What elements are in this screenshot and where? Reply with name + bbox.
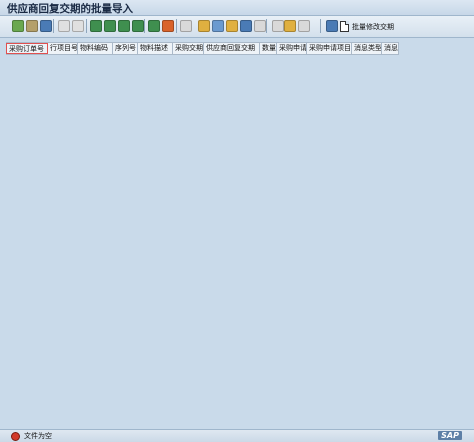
error-status-icon bbox=[11, 432, 20, 441]
column-header[interactable]: 序列号 bbox=[113, 43, 138, 54]
column-header[interactable]: 物料描述 bbox=[138, 43, 173, 54]
change-layout-icon[interactable] bbox=[272, 20, 284, 32]
choose-layout-icon[interactable] bbox=[284, 20, 296, 32]
toolbar-separator bbox=[53, 19, 54, 33]
window-title: 供应商回复交期的批量导入 bbox=[7, 3, 133, 15]
document-icon bbox=[340, 21, 349, 32]
sort-asc-icon[interactable] bbox=[90, 20, 102, 32]
word-processing-icon[interactable] bbox=[254, 20, 266, 32]
refresh-icon[interactable] bbox=[40, 20, 52, 32]
status-bar: 文件为空 SAP bbox=[0, 429, 474, 442]
batch-change-delivery-date-label: 批量修改交期 bbox=[352, 22, 394, 31]
subtotal-icon[interactable] bbox=[148, 20, 160, 32]
column-header[interactable]: 采购订单号 bbox=[6, 43, 48, 54]
toolbar-separator bbox=[266, 19, 267, 33]
abc-analysis-icon[interactable] bbox=[240, 20, 252, 32]
status-message: 文件为空 bbox=[24, 432, 52, 440]
toolbar-separator bbox=[176, 19, 177, 33]
toolbar-separator bbox=[320, 19, 321, 33]
title-bar: 供应商回复交期的批量导入 bbox=[0, 0, 474, 16]
table-body[interactable] bbox=[0, 56, 474, 428]
column-header[interactable]: 数量 bbox=[260, 43, 277, 54]
zoom-icon[interactable] bbox=[12, 20, 24, 32]
deselect-all-icon[interactable] bbox=[72, 20, 84, 32]
table-header-row: 采购订单号 行项目号 物料编码 序列号 物料描述 采购交期 供应商回复交期 数量 采购申请 采购申… bbox=[6, 42, 399, 55]
column-header[interactable]: 采购申请项目 bbox=[307, 43, 352, 54]
graphic-icon[interactable] bbox=[226, 20, 238, 32]
print-icon[interactable] bbox=[180, 20, 192, 32]
column-header[interactable]: 行项目号 bbox=[48, 43, 78, 54]
save-layout-icon[interactable] bbox=[26, 20, 38, 32]
toolbar-separator bbox=[86, 19, 87, 33]
information-icon[interactable] bbox=[326, 20, 338, 32]
sort-desc-icon[interactable] bbox=[104, 20, 116, 32]
export-icon[interactable] bbox=[198, 20, 210, 32]
select-all-icon[interactable] bbox=[58, 20, 70, 32]
batch-change-delivery-date-button[interactable]: 批量修改交期 bbox=[340, 19, 394, 34]
sap-logo: SAP bbox=[438, 431, 462, 440]
column-header[interactable]: 采购申请 bbox=[277, 43, 307, 54]
application-toolbar: 批量修改交期 bbox=[0, 16, 474, 38]
column-header[interactable]: 采购交期 bbox=[173, 43, 204, 54]
find-icon[interactable] bbox=[132, 20, 144, 32]
details-icon[interactable] bbox=[298, 20, 310, 32]
column-header[interactable]: 物料编码 bbox=[78, 43, 113, 54]
column-header[interactable]: 供应商回复交期 bbox=[204, 43, 260, 54]
column-header[interactable]: 消息 bbox=[382, 43, 399, 54]
filter-icon[interactable] bbox=[118, 20, 130, 32]
mail-icon[interactable] bbox=[212, 20, 224, 32]
total-icon[interactable] bbox=[162, 20, 174, 32]
toolbar-separator bbox=[144, 19, 145, 33]
column-header[interactable]: 消息类型 bbox=[352, 43, 382, 54]
